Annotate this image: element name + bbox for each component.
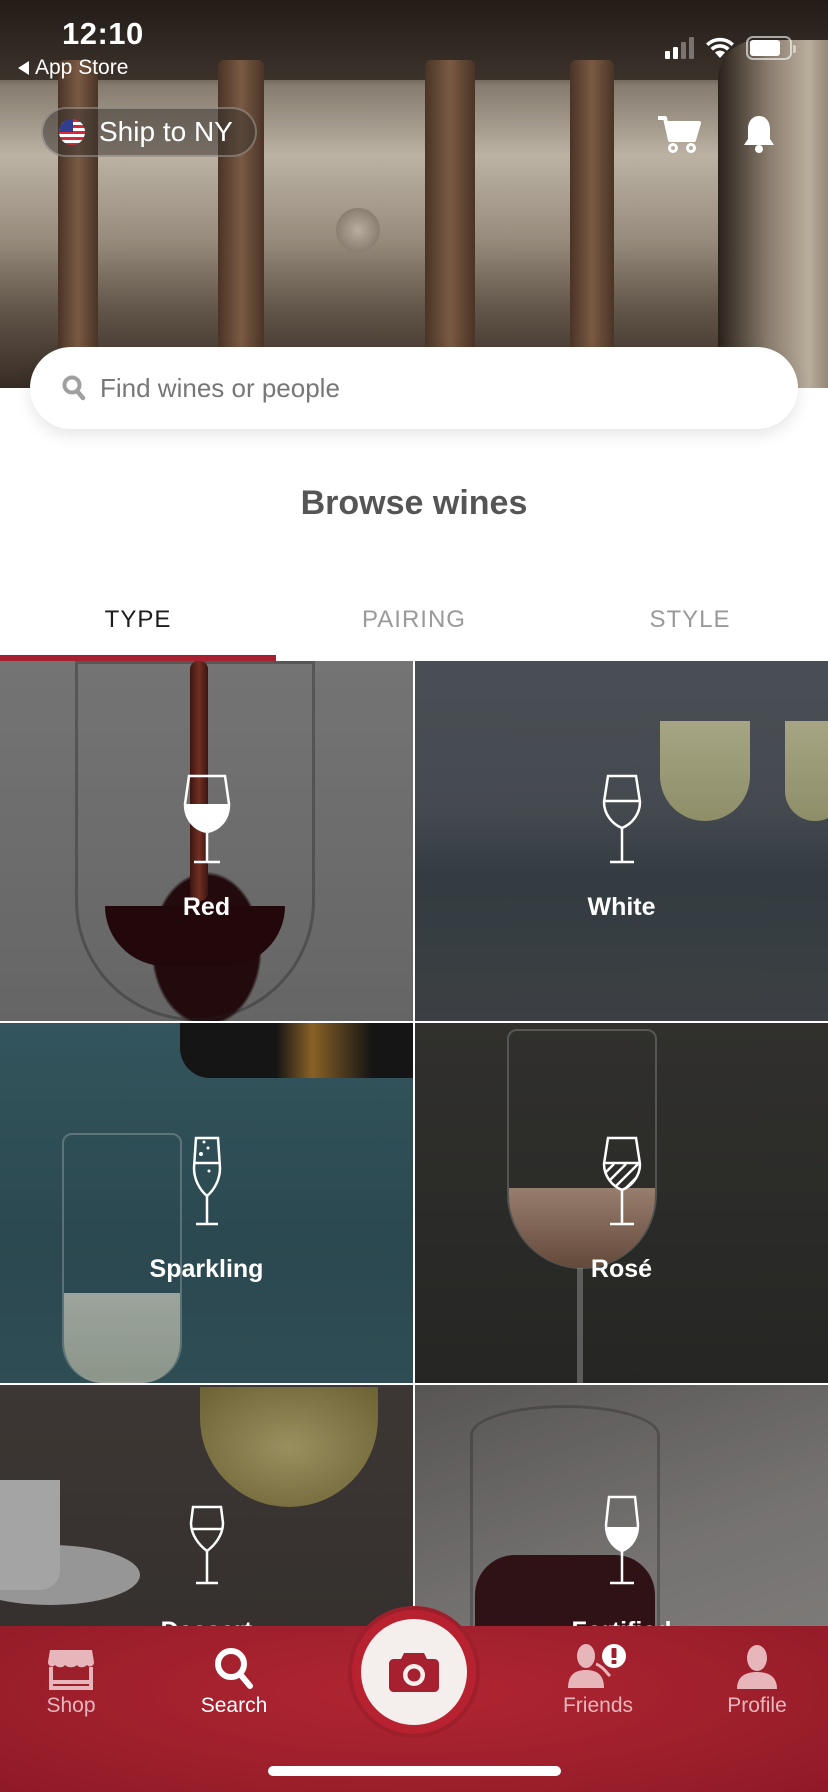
- wine-type-sparkling[interactable]: Sparkling: [0, 1023, 413, 1383]
- fortified-wine-glass-icon: [604, 1495, 639, 1585]
- status-icons: [665, 36, 796, 60]
- ship-to-label: Ship to NY: [99, 116, 233, 147]
- bell-icon[interactable]: [742, 114, 776, 154]
- browse-tabs: TYPE PAIRING STYLE: [0, 596, 828, 660]
- search-icon: [215, 1648, 253, 1689]
- signal-icon: [665, 37, 694, 59]
- nav-label: Friends: [562, 1694, 634, 1717]
- nav-profile[interactable]: Profile: [697, 1640, 817, 1718]
- dessert-wine-glass-icon: [189, 1505, 224, 1585]
- back-arrow-icon: [18, 61, 29, 75]
- nav-label: Shop: [46, 1694, 96, 1717]
- home-indicator[interactable]: [268, 1766, 561, 1776]
- search-input[interactable]: [100, 372, 700, 404]
- status-time: 12:10: [62, 16, 144, 51]
- wine-type-grid: Red White Sparkling Rosé: [0, 661, 828, 1745]
- barrel-hoop: [425, 60, 475, 388]
- profile-icon: [737, 1645, 777, 1689]
- battery-icon: [746, 36, 796, 60]
- wine-type-label: White: [587, 893, 656, 921]
- camera-icon: [389, 1653, 439, 1692]
- ship-to-button[interactable]: Ship to NY: [41, 107, 257, 157]
- sparkling-flute-icon: [192, 1136, 221, 1226]
- wine-type-label: Red: [182, 893, 231, 921]
- us-flag-icon: [59, 119, 85, 145]
- white-wine-glass-icon: [602, 774, 641, 864]
- wine-type-label: Sparkling: [149, 1255, 264, 1283]
- barrel-hoop: [570, 60, 614, 388]
- browse-title: Browse wines: [300, 484, 528, 522]
- signal-bar: [665, 51, 670, 59]
- red-wine-glass-icon: [183, 774, 230, 864]
- shop-icon: [48, 1650, 94, 1690]
- hero-banner: 12:10 App Store Ship to NY: [0, 0, 828, 388]
- search-bar[interactable]: [30, 347, 798, 429]
- tab-style[interactable]: STYLE: [552, 596, 828, 660]
- nav-friends[interactable]: Friends: [538, 1640, 658, 1718]
- wine-type-rose[interactable]: Rosé: [415, 1023, 828, 1383]
- cart-icon[interactable]: [656, 114, 702, 154]
- wifi-icon: [706, 37, 734, 58]
- battery-fill: [750, 40, 781, 56]
- tab-type[interactable]: TYPE: [0, 596, 276, 660]
- wine-type-red[interactable]: Red: [0, 661, 413, 1021]
- back-to-app-store[interactable]: App Store: [18, 56, 128, 80]
- search-icon: [62, 375, 86, 401]
- signal-bar: [673, 47, 678, 59]
- friends-icon: [568, 1644, 626, 1688]
- barrel-bung: [336, 208, 380, 252]
- rose-wine-glass-icon: [602, 1136, 641, 1226]
- signal-bar: [689, 37, 694, 59]
- nav-search[interactable]: Search: [174, 1640, 294, 1718]
- nav-label: Profile: [727, 1694, 787, 1717]
- nav-shop[interactable]: Shop: [11, 1640, 131, 1718]
- scan-label-camera-button[interactable]: [361, 1619, 467, 1725]
- tab-pairing[interactable]: PAIRING: [276, 596, 552, 660]
- signal-bar: [681, 42, 686, 59]
- nav-label: Search: [200, 1694, 268, 1717]
- wine-type-label: Rosé: [590, 1255, 653, 1283]
- wine-type-white[interactable]: White: [415, 661, 828, 1021]
- barrel-end: [718, 40, 828, 388]
- back-label: App Store: [35, 56, 129, 79]
